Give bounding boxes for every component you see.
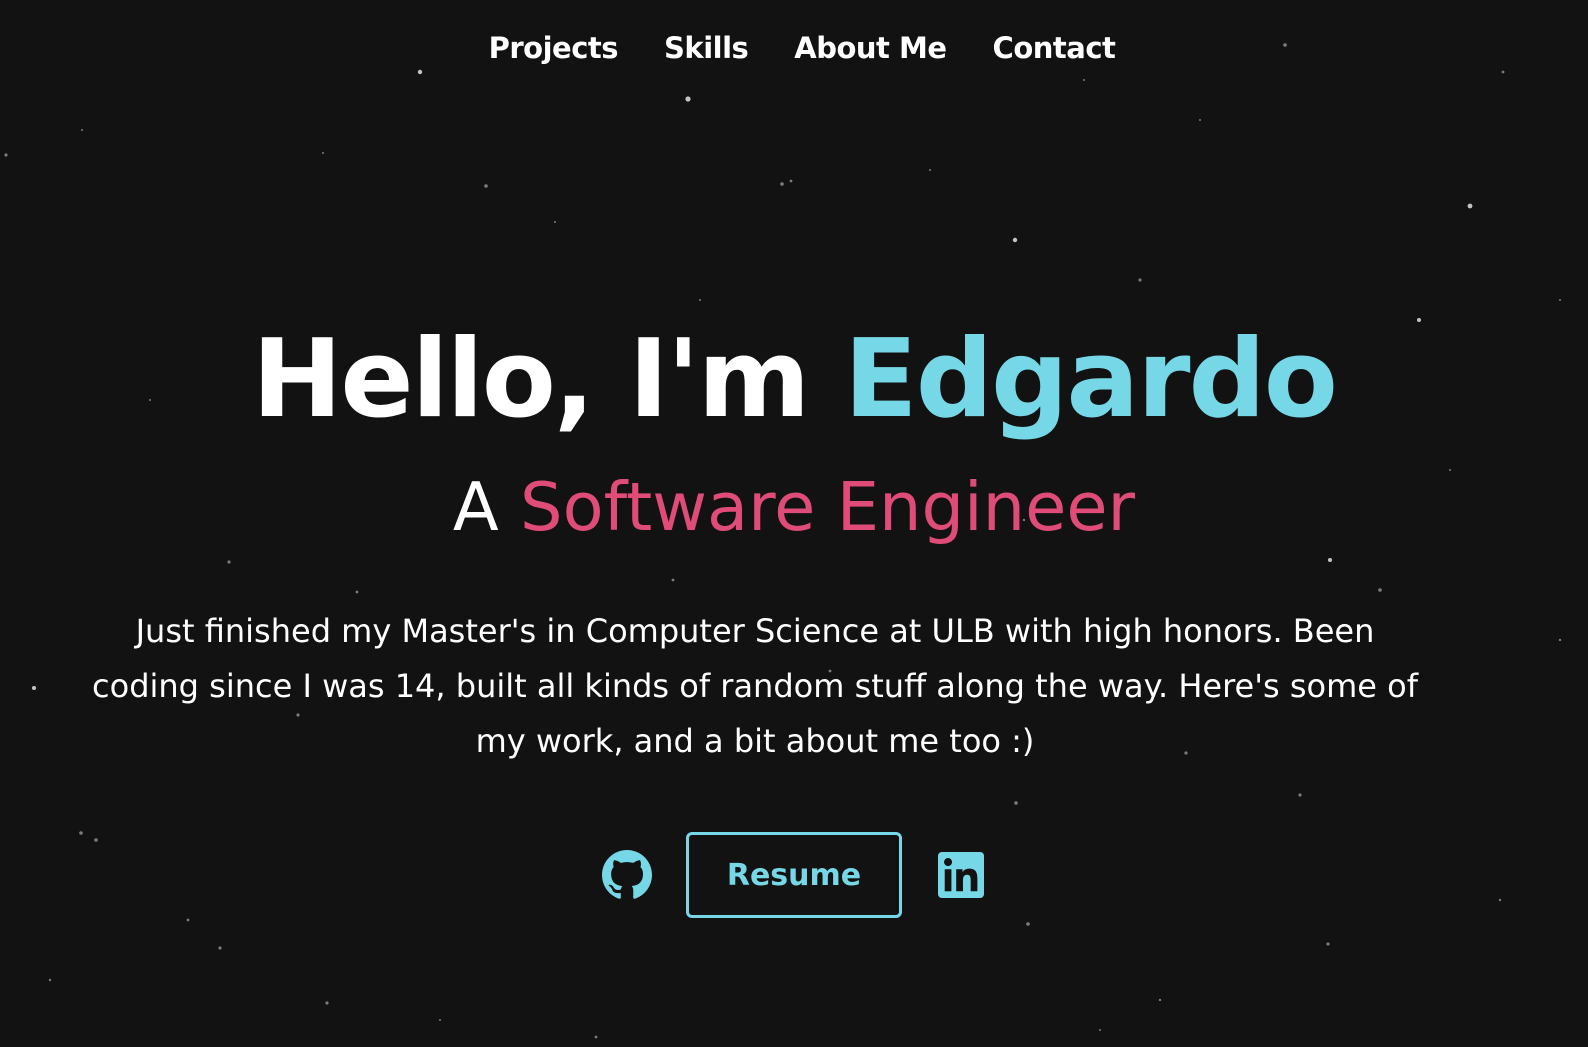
- star-dot: [699, 299, 701, 301]
- subtitle-role: Software Engineer: [520, 468, 1136, 546]
- star-dot: [48, 978, 52, 982]
- hero-name: Edgardo: [843, 317, 1338, 442]
- nav-link-projects[interactable]: Projects: [489, 26, 619, 70]
- star-dot: [417, 69, 423, 75]
- star-dot: [484, 184, 488, 188]
- star-dot: [1158, 998, 1162, 1002]
- star-dot: [780, 182, 784, 186]
- star-dot: [671, 578, 675, 582]
- star-dot: [439, 1019, 441, 1021]
- star-dot: [325, 1001, 329, 1005]
- star-dot: [81, 129, 83, 131]
- subtitle-prefix: A: [452, 468, 521, 546]
- github-link[interactable]: [600, 848, 654, 902]
- star-dot: [227, 560, 231, 564]
- star-dot: [929, 169, 931, 171]
- github-icon: [602, 850, 652, 899]
- star-dot: [1026, 922, 1030, 926]
- star-dot: [1326, 942, 1330, 946]
- star-dot: [1014, 801, 1018, 805]
- star-dot: [1559, 299, 1561, 301]
- star-dot: [186, 918, 190, 922]
- linkedin-icon: [938, 852, 984, 898]
- star-dot: [1138, 278, 1142, 282]
- nav-link-skills[interactable]: Skills: [664, 26, 749, 70]
- star-dot: [4, 153, 8, 157]
- star-dot: [1099, 1029, 1101, 1031]
- intro-paragraph: Just finished my Master's in Computer Sc…: [92, 612, 1418, 760]
- star-dot: [32, 686, 36, 690]
- nav-link-contact[interactable]: Contact: [993, 26, 1116, 70]
- star-dot: [1378, 588, 1382, 592]
- action-row: Resume: [0, 832, 1588, 918]
- star-dot: [355, 590, 359, 594]
- star-dot: [554, 221, 556, 223]
- star-dot: [1501, 70, 1505, 74]
- resume-button[interactable]: Resume: [686, 832, 902, 918]
- star-dot: [1558, 638, 1562, 642]
- linkedin-link[interactable]: [934, 848, 988, 902]
- nav-link-about-me[interactable]: About Me: [794, 26, 947, 70]
- hero-greeting: Hello, I'm: [252, 317, 844, 442]
- hero-subtitle: A Software Engineer: [0, 462, 1588, 552]
- star-dot: [685, 96, 691, 102]
- star-dot: [1012, 237, 1018, 243]
- main-navigation: Projects Skills About Me Contact: [0, 26, 1588, 70]
- star-dot: [218, 946, 222, 950]
- star-dot: [1083, 79, 1085, 81]
- star-dot: [1467, 203, 1473, 209]
- star-dot: [1328, 558, 1332, 562]
- star-dot: [1199, 119, 1201, 121]
- hero-title: Hello, I'm Edgardo: [0, 310, 1588, 450]
- star-dot: [1298, 793, 1302, 797]
- star-dot: [322, 152, 324, 154]
- star-dot: [594, 1035, 598, 1039]
- star-dot: [789, 179, 793, 183]
